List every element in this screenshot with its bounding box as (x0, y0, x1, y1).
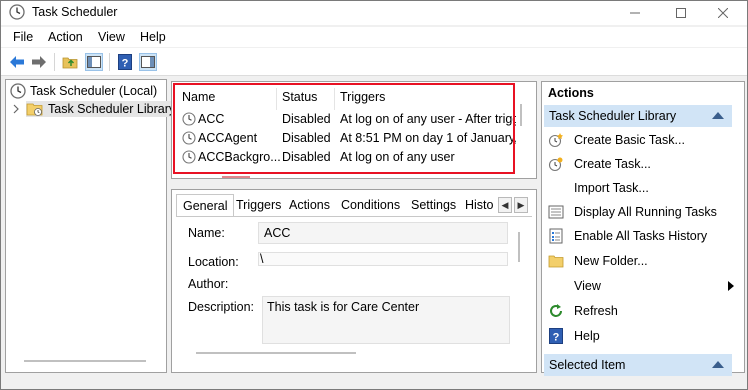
section-label: Task Scheduler Library (549, 109, 677, 123)
title-bar: Task Scheduler (1, 1, 747, 25)
action-label: Create Basic Task... (574, 133, 685, 147)
action-label: Enable All Tasks History (574, 229, 708, 243)
tab-general[interactable]: General (176, 194, 235, 216)
action-display-running-tasks[interactable]: Display All Running Tasks (546, 201, 734, 223)
tree-item-task-scheduler-local[interactable]: Task Scheduler (Local) (10, 82, 157, 100)
action-label: New Folder... (574, 254, 648, 268)
action-create-basic-task[interactable]: Create Basic Task... (546, 129, 734, 151)
collapse-triangle-icon[interactable] (712, 361, 724, 368)
menu-action[interactable]: Action (48, 30, 83, 44)
horizontal-scrollbar[interactable] (24, 360, 146, 362)
action-label: Refresh (574, 304, 618, 318)
action-refresh[interactable]: Refresh (546, 300, 734, 322)
location-label: Location: (188, 255, 239, 269)
folder-icon (548, 253, 564, 269)
show-hide-console-tree-icon[interactable] (85, 53, 103, 71)
action-label: Help (574, 329, 600, 343)
action-create-task[interactable]: Create Task... (546, 153, 734, 175)
up-folder-icon[interactable] (61, 53, 79, 71)
section-selected-item[interactable]: Selected Item (544, 354, 732, 376)
back-arrow-icon[interactable] (8, 53, 26, 71)
tab-conditions[interactable]: Conditions (341, 194, 400, 216)
highlight-box (173, 83, 515, 174)
location-value: \ (260, 252, 264, 266)
chevron-right-icon[interactable] (12, 104, 20, 114)
window-title: Task Scheduler (32, 5, 118, 19)
tab-scroll-left-icon[interactable]: ◀ (498, 197, 512, 213)
action-enable-tasks-history[interactable]: Enable All Tasks History (546, 225, 734, 247)
toolbar-separator (109, 53, 110, 71)
svg-text:?: ? (553, 332, 560, 344)
tasks-history-icon (548, 228, 564, 244)
toolbar-separator (54, 53, 55, 71)
menu-help[interactable]: Help (140, 30, 166, 44)
task-scheduler-window: Task Scheduler File Action View Help ? T… (0, 0, 748, 390)
menu-file[interactable]: File (13, 30, 33, 44)
action-label: Import Task... (574, 181, 649, 195)
running-tasks-icon (548, 204, 564, 220)
minimize-button[interactable] (613, 1, 657, 25)
action-label: Create Task... (574, 157, 651, 171)
show-hide-action-pane-icon[interactable] (139, 53, 157, 71)
actions-header: Actions (548, 86, 594, 100)
help-icon: ? (548, 328, 564, 344)
toolbar: ? (1, 48, 747, 76)
horizontal-scrollbar[interactable] (222, 176, 250, 178)
action-import-task[interactable]: Import Task... (546, 177, 734, 199)
tab-actions[interactable]: Actions (289, 194, 330, 216)
clock-icon (10, 83, 26, 99)
refresh-icon (548, 303, 564, 319)
svg-text:?: ? (122, 58, 129, 70)
forward-arrow-icon[interactable] (30, 53, 48, 71)
action-label: View (574, 279, 601, 293)
name-field (258, 222, 508, 244)
location-field (258, 252, 508, 266)
tab-divider (176, 216, 532, 217)
folder-clock-icon (26, 103, 43, 116)
action-view[interactable]: View (546, 275, 734, 297)
tree-item-label: Task Scheduler (Local) (30, 84, 158, 98)
section-label: Selected Item (549, 358, 626, 372)
menu-bar: File Action View Help (1, 27, 747, 47)
action-new-folder[interactable]: New Folder... (546, 250, 734, 272)
maximize-button[interactable] (659, 1, 703, 25)
submenu-arrow-icon (728, 281, 734, 291)
details-tab-strip: General Triggers Actions Conditions Sett… (176, 194, 532, 216)
collapse-triangle-icon[interactable] (712, 112, 724, 119)
author-label: Author: (188, 277, 229, 291)
name-value: ACC (264, 226, 291, 240)
tab-scroll-right-icon[interactable]: ▶ (514, 197, 528, 213)
section-task-scheduler-library[interactable]: Task Scheduler Library (544, 105, 732, 127)
description-label: Description: (188, 300, 254, 314)
vertical-scrollbar[interactable] (518, 232, 520, 262)
tree-item-task-scheduler-library-row[interactable]: Task Scheduler Library (12, 100, 178, 118)
description-value: This task is for Care Center (267, 300, 420, 314)
vertical-scrollbar[interactable] (520, 104, 522, 126)
close-button[interactable] (701, 1, 745, 25)
task-details-pane: General Triggers Actions Conditions Sett… (171, 189, 537, 373)
console-tree-pane: Task Scheduler (Local) Task Scheduler Li… (5, 79, 178, 373)
tab-history[interactable]: Histo (465, 194, 493, 216)
action-label: Display All Running Tasks (574, 205, 717, 219)
actions-pane: Actions Task Scheduler Library Create Ba… (541, 81, 745, 376)
tree-item-task-scheduler-library[interactable]: Task Scheduler Library (26, 101, 178, 117)
menu-view[interactable]: View (98, 30, 125, 44)
create-task-icon (548, 156, 564, 172)
action-help[interactable]: ? Help (546, 325, 734, 347)
clock-app-icon (9, 4, 25, 20)
name-label: Name: (188, 226, 225, 240)
tab-settings[interactable]: Settings (411, 194, 456, 216)
tab-triggers[interactable]: Triggers (236, 194, 281, 216)
tree-item-label: Task Scheduler Library (48, 102, 176, 116)
horizontal-scrollbar[interactable] (196, 352, 356, 354)
create-basic-task-icon (548, 132, 564, 148)
help-icon[interactable]: ? (116, 53, 134, 71)
